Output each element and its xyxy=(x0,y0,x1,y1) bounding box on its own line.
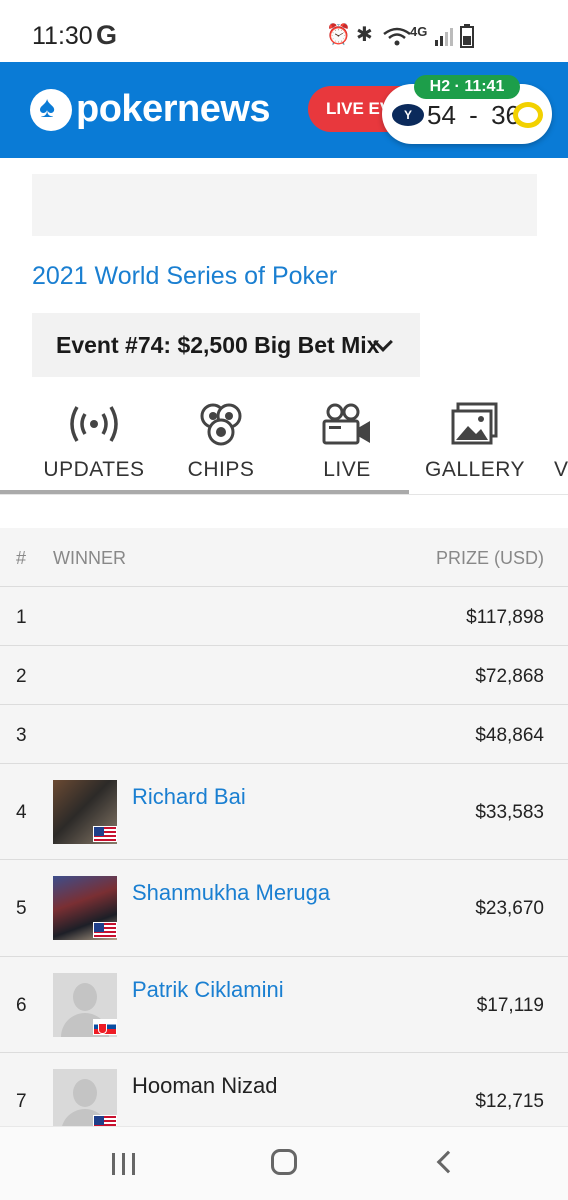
team1-score: 54 xyxy=(427,100,456,130)
header-prize: PRIZE (USD) xyxy=(436,548,544,568)
row-prize: $12,715 xyxy=(475,1091,544,1112)
event-selector[interactable]: Event #74: $2,500 Big Bet Mix xyxy=(32,313,420,377)
alarm-icon: ⏰ xyxy=(326,24,351,46)
ad-placeholder xyxy=(32,174,537,236)
table-row: 4 Richard Bai $33,583 xyxy=(0,763,568,859)
system-nav-bar xyxy=(0,1126,568,1200)
row-rank: 3 xyxy=(16,725,27,746)
us-flag-icon xyxy=(93,826,117,842)
table-row: 3 $48,864 xyxy=(0,704,568,763)
row-prize: $72,868 xyxy=(475,666,544,687)
player-link[interactable]: Richard Bai xyxy=(132,784,246,810)
tab-video-label: V xyxy=(554,458,568,481)
pokernews-logo-icon xyxy=(30,88,72,131)
back-icon[interactable] xyxy=(436,1150,460,1174)
pokernews-logo[interactable]: pokernews xyxy=(30,88,271,131)
tab-chips[interactable]: CHIPS xyxy=(172,396,270,492)
tab-video[interactable]: V xyxy=(554,396,568,492)
google-icon: G xyxy=(96,20,118,50)
header-winner: WINNER xyxy=(53,548,126,568)
row-prize: $33,583 xyxy=(475,802,544,823)
header-rank: # xyxy=(16,548,27,568)
status-time: 11:30 xyxy=(32,22,93,50)
us-flag-icon xyxy=(93,922,117,938)
broadcast-icon xyxy=(70,406,118,442)
table-row: 5 Shanmukha Meruga $23,670 xyxy=(0,859,568,956)
gallery-icon xyxy=(451,402,498,445)
game-period-badge: H2 · 11:41 xyxy=(414,75,520,99)
tab-gallery[interactable]: GALLERY xyxy=(420,396,530,492)
tab-live-label: LIVE xyxy=(323,458,371,481)
event-selector-label: Event #74: $2,500 Big Bet Mix xyxy=(56,332,380,358)
logo-text: pokernews xyxy=(76,88,271,130)
row-prize: $17,119 xyxy=(476,995,544,1016)
table-row: 6 Patrik Ciklamini $17,119 xyxy=(0,956,568,1052)
signal-icon xyxy=(435,28,453,46)
player-name: Hooman Nizad xyxy=(132,1073,278,1098)
tab-updates-label: UPDATES xyxy=(43,458,145,481)
row-rank: 6 xyxy=(16,995,27,1016)
home-icon[interactable] xyxy=(271,1149,297,1175)
tab-divider xyxy=(0,494,568,495)
status-bar: 11:30 G ⏰ ✱ 4G xyxy=(0,0,568,62)
row-rank: 2 xyxy=(16,666,27,687)
tab-gallery-label: GALLERY xyxy=(425,458,525,481)
battery-icon xyxy=(460,24,474,48)
tab-updates[interactable]: UPDATES xyxy=(36,396,152,492)
score-separator: - xyxy=(469,100,478,130)
row-rank: 5 xyxy=(16,898,27,919)
player-link[interactable]: Shanmukha Meruga xyxy=(132,880,330,906)
tab-live[interactable]: LIVE xyxy=(298,396,396,492)
wifi-icon xyxy=(383,27,411,46)
tab-chips-label: CHIPS xyxy=(187,458,255,481)
series-link[interactable]: 2021 World Series of Poker xyxy=(32,262,337,291)
player-link[interactable]: Patrik Ciklamini xyxy=(132,977,284,1003)
lte-icon: 4G xyxy=(410,24,428,39)
oregon-team-logo-icon xyxy=(513,102,543,128)
table-header: # WINNER PRIZE (USD) xyxy=(0,528,568,586)
row-rank: 4 xyxy=(16,802,27,823)
slovakia-flag-icon xyxy=(93,1019,117,1035)
bluetooth-icon: ✱ xyxy=(356,24,373,46)
table-row: 1 $117,898 xyxy=(0,586,568,645)
video-camera-icon xyxy=(322,403,370,445)
table-row: 2 $72,868 xyxy=(0,645,568,704)
row-rank: 1 xyxy=(16,607,27,628)
recents-icon[interactable] xyxy=(112,1153,138,1175)
row-prize: $23,670 xyxy=(475,898,544,919)
row-prize: $117,898 xyxy=(466,607,544,628)
score-text: 54 - 36 xyxy=(427,100,520,131)
byu-team-logo-icon: Y xyxy=(392,104,424,126)
chips-icon xyxy=(200,403,242,446)
row-rank: 7 xyxy=(16,1091,27,1112)
row-prize: $48,864 xyxy=(475,725,544,746)
